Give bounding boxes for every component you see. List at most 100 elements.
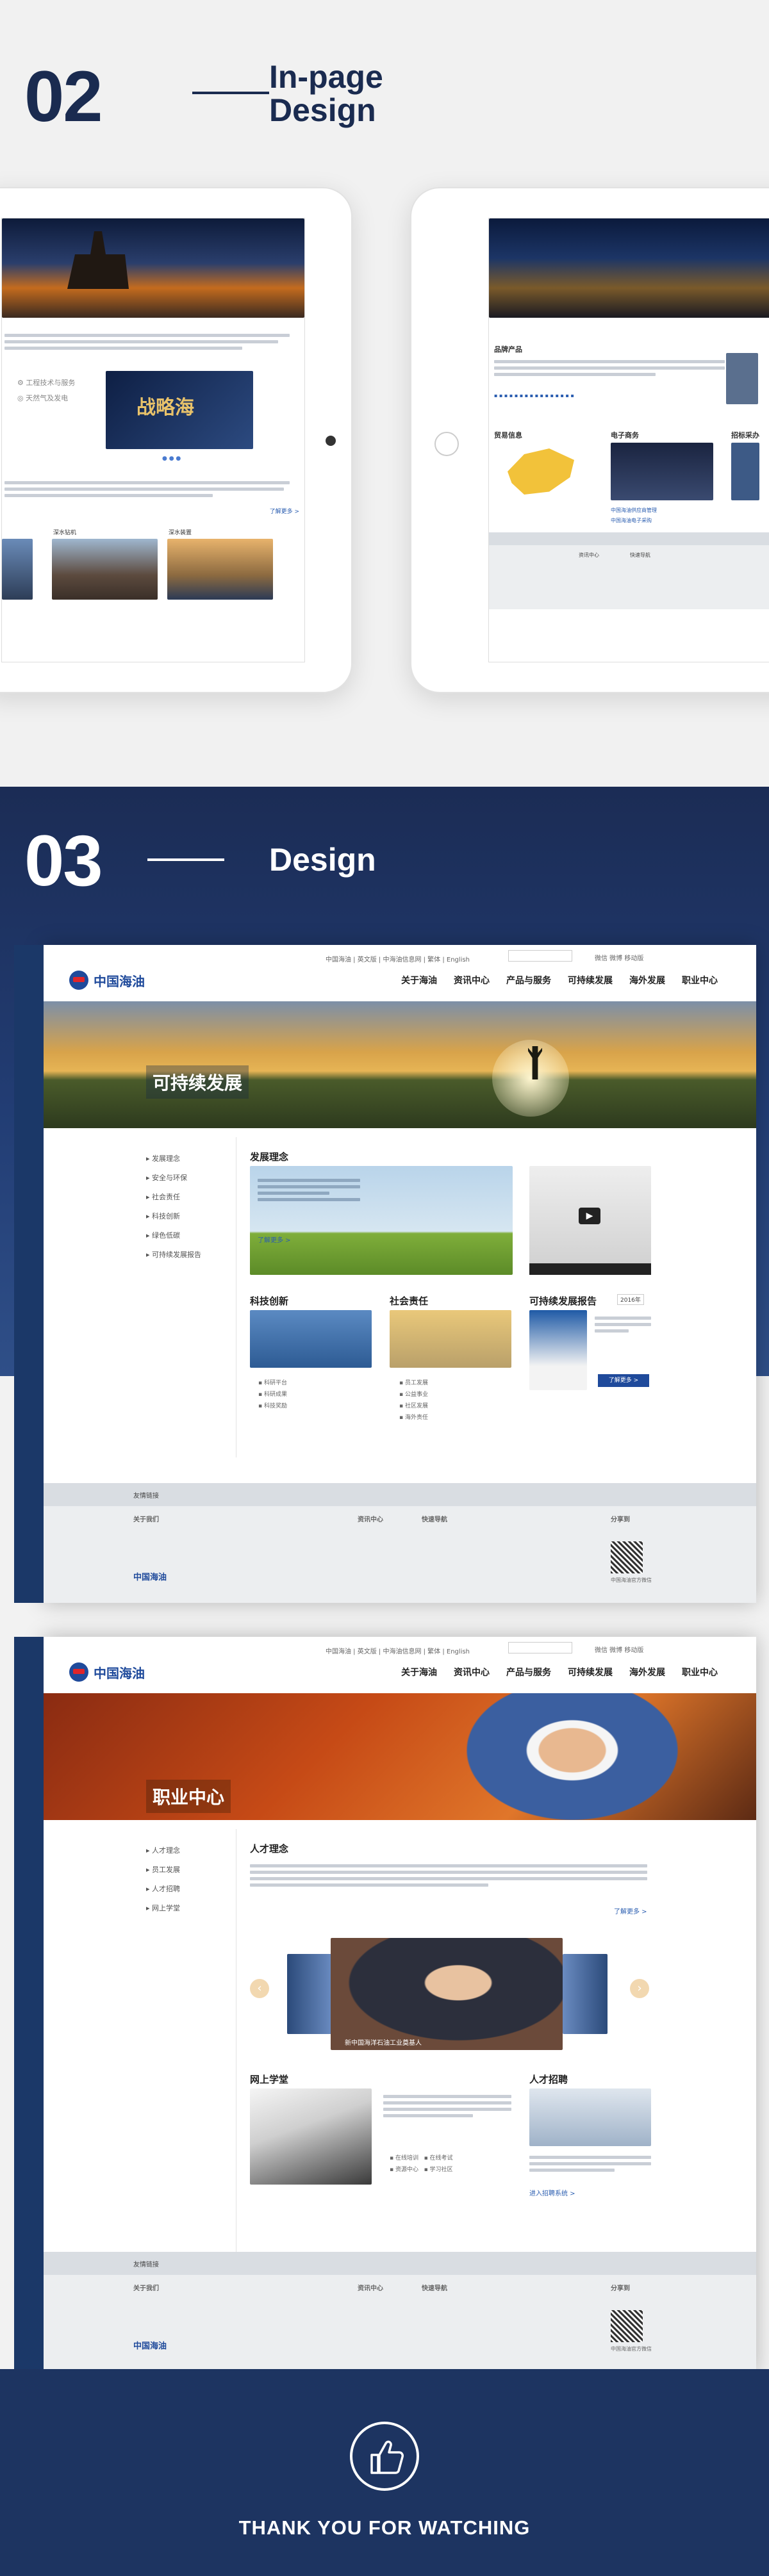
footer2-logo[interactable]: 中国海油	[133, 2339, 167, 2351]
footer-title-a: 资讯中心	[579, 552, 599, 558]
ecom-link-b[interactable]: 中国海油电子采购	[611, 517, 652, 524]
side-item-safety[interactable]: ▸ 安全与环保	[146, 1172, 201, 1183]
side2-item-talent[interactable]: ▸ 人才理念	[146, 1845, 180, 1855]
side2-item-learning[interactable]: ▸ 网上学堂	[146, 1903, 180, 1913]
nav2-news[interactable]: 资讯中心	[454, 1666, 490, 1678]
side-item-report[interactable]: ▸ 可持续发展报告	[146, 1249, 201, 1259]
site1-friend-links-bar: 友情链接	[44, 1483, 756, 1506]
section-number-02: 02	[24, 56, 103, 136]
site1-logo[interactable]: 中国海油	[69, 971, 145, 990]
social-link-0[interactable]: ▪ 员工发展	[399, 1377, 428, 1389]
chess-image	[529, 2088, 651, 2146]
bid-title: 招标采办	[731, 431, 759, 439]
social-heading: 社会责任	[390, 1295, 429, 1307]
site2-topbar: 中国海油 | 英文版 | 中海油信息网 | 繁体 | English 微信 微博…	[44, 1637, 756, 1662]
recruit-heading: 人才招聘	[529, 2074, 568, 2085]
learning-heading: 网上学堂	[250, 2074, 289, 2085]
carousel-next-button[interactable]: ›	[630, 1979, 649, 1998]
site1-banner: 可持续发展	[44, 1001, 756, 1128]
side-item-social[interactable]: ▸ 社会责任	[146, 1192, 201, 1202]
gear-icon: ⚙	[17, 379, 26, 387]
service-item-1[interactable]: ⚙ 工程技术与服务	[17, 377, 75, 388]
footer-title-b: 快速导航	[630, 552, 650, 558]
report-heading: 可持续发展报告	[529, 1295, 597, 1307]
thumb-image-0[interactable]	[2, 539, 33, 600]
talent-more-link[interactable]: 了解更多 >	[614, 1906, 647, 1916]
ipad-left-screen: ⚙ 工程技术与服务 ◎ 天然气及发电 战略海 ● ● ● 了解更多 > 深水钻机…	[1, 218, 305, 662]
site2-logo-text: 中国海油	[94, 1665, 145, 1681]
tech-link-2[interactable]: ▪ 科技奖励	[258, 1400, 287, 1412]
side2-item-develop[interactable]: ▸ 员工发展	[146, 1864, 180, 1875]
brand-image-1	[726, 353, 758, 404]
footer-logo[interactable]: 中国海油	[133, 1570, 167, 1582]
report-more-button[interactable]: 了解更多 >	[598, 1374, 649, 1387]
tech-link-0[interactable]: ▪ 科研平台	[258, 1377, 287, 1389]
social-link-3[interactable]: ▪ 海外责任	[399, 1412, 428, 1423]
play-icon[interactable]: ▶	[579, 1208, 600, 1224]
site2-banner: 职业中心	[44, 1693, 756, 1820]
site2-top-icons[interactable]: 微信 微博 移动版	[595, 1645, 643, 1654]
nav-overseas[interactable]: 海外发展	[629, 974, 665, 987]
ecom-link-a[interactable]: 中国海油供应商管理	[611, 507, 657, 514]
more-link[interactable]: 了解更多 >	[270, 507, 299, 515]
keyboard-image	[250, 2088, 372, 2185]
service-item-2[interactable]: ◎ 天然气及发电	[17, 393, 68, 403]
social-link-1[interactable]: ▪ 公益事业	[399, 1389, 428, 1400]
tech-link-1[interactable]: ▪ 科研成果	[258, 1389, 287, 1400]
thumb-image-2[interactable]	[167, 539, 273, 600]
site2-logo[interactable]: 中国海油	[69, 1662, 145, 1682]
side-item-green[interactable]: ▸ 绿色低碳	[146, 1230, 201, 1240]
nav2-overseas[interactable]: 海外发展	[629, 1666, 665, 1678]
learning-link-3[interactable]: ▪ 学习社区	[424, 2167, 453, 2173]
nav-news[interactable]: 资讯中心	[454, 974, 490, 987]
site2-search-input[interactable]	[508, 1642, 572, 1653]
side-item-tech[interactable]: ▸ 科技创新	[146, 1211, 201, 1221]
carousel-main-slide[interactable]	[331, 1938, 563, 2050]
site2-friend-links-bar: 友情链接	[44, 2252, 756, 2275]
home-button[interactable]	[434, 432, 459, 456]
site2-side-menu: ▸ 人才理念 ▸ 员工发展 ▸ 人才招聘 ▸ 网上学堂	[146, 1845, 180, 1922]
nav2-career[interactable]: 职业中心	[682, 1666, 718, 1678]
section-title-03: Design	[269, 842, 376, 878]
nav-sustainability[interactable]: 可持续发展	[568, 974, 613, 987]
concept-text	[258, 1176, 360, 1204]
site1-topbar: 中国海油 | 英文版 | 中海油信息网 | 繁体 | English 微信 微博…	[44, 945, 756, 971]
nav-career[interactable]: 职业中心	[682, 974, 718, 987]
nav-about[interactable]: 关于海油	[401, 974, 437, 987]
carousel-prev-button[interactable]: ‹	[250, 1979, 269, 1998]
site1-top-links[interactable]: 中国海油 | 英文版 | 中海油信息网 | 繁体 | English	[326, 954, 470, 964]
section-03: 03 Design 中国海油 | 英文版 | 中海油信息网 | 繁体 | Eng…	[0, 787, 769, 2374]
ecom-photo	[611, 443, 713, 500]
tech-links: ▪ 科研平台 ▪ 科研成果 ▪ 科技奖励	[258, 1377, 287, 1412]
site1-top-icons[interactable]: 微信 微博 移动版	[595, 953, 643, 962]
camera-dot	[326, 436, 336, 446]
side2-item-recruit[interactable]: ▸ 人才招聘	[146, 1883, 180, 1894]
nav2-sustainability[interactable]: 可持续发展	[568, 1666, 613, 1678]
nav-products[interactable]: 产品与服务	[506, 974, 551, 987]
site2-top-links[interactable]: 中国海油 | 英文版 | 中海油信息网 | 繁体 | English	[326, 1646, 470, 1655]
brand-text	[494, 357, 725, 379]
carousel-dots[interactable]: ● ● ●	[162, 455, 181, 462]
concept-more-link[interactable]: 了解更多 >	[258, 1235, 291, 1244]
site1-main-nav: 关于海油 资讯中心 产品与服务 可持续发展 海外发展 职业中心	[401, 974, 718, 987]
site1-search-input[interactable]	[508, 950, 572, 962]
video-controls[interactable]	[529, 1263, 651, 1275]
section-number-03: 03	[24, 821, 103, 901]
body-text	[2, 478, 304, 500]
recruit-system-link[interactable]: 进入招聘系统 >	[529, 2188, 575, 2197]
footer-wechat-label: 中国海油官方微信	[611, 1577, 652, 1583]
side-item-concept[interactable]: ▸ 发展理念	[146, 1153, 201, 1163]
learning-link-1[interactable]: ▪ 在线考试	[424, 2155, 453, 2162]
nav2-about[interactable]: 关于海油	[401, 1666, 437, 1678]
footer2-news-title: 资讯中心	[358, 2285, 383, 2292]
talent-text	[250, 1861, 647, 1890]
section-divider-03	[147, 858, 224, 861]
report-year-select[interactable]: 2016年	[617, 1294, 644, 1305]
learning-link-0[interactable]: ▪ 在线培训	[390, 2155, 418, 2162]
thumb-image-1[interactable]	[52, 539, 158, 600]
learning-link-2[interactable]: ▪ 资源中心	[390, 2167, 418, 2173]
report-cover[interactable]	[529, 1310, 587, 1390]
concept-heading: 发展理念	[250, 1151, 289, 1163]
nav2-products[interactable]: 产品与服务	[506, 1666, 551, 1678]
social-link-2[interactable]: ▪ 社区发展	[399, 1400, 428, 1412]
